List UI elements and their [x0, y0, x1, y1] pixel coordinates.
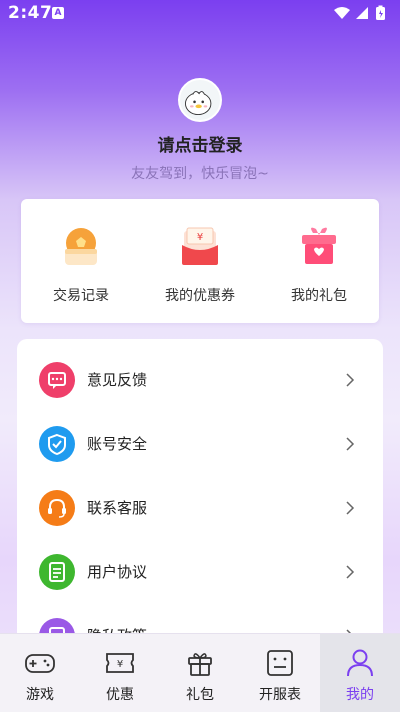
- menu-item-label: 账号安全: [87, 435, 148, 453]
- nav-tab-label: 优惠: [106, 687, 134, 703]
- nav-tab-gifts[interactable]: 礼包: [160, 634, 240, 712]
- menu-item-label: 用户协议: [87, 563, 148, 581]
- quick-action-gifts[interactable]: 我的礼包: [259, 219, 379, 315]
- signal-icon: [356, 7, 368, 19]
- gift-icon: [188, 653, 212, 676]
- menu-item-customer-service[interactable]: 联系客服: [17, 476, 383, 540]
- nav-tab-label: 游戏: [26, 687, 54, 703]
- gamepad-icon: [25, 654, 55, 673]
- settings-menu: 意见反馈 账号安全 联系客服 用户协议 隐私政策: [17, 339, 383, 659]
- login-prompt[interactable]: 请点击登录: [0, 131, 400, 156]
- bottom-nav: 游戏 ¥ 优惠 礼包 开服表 我的: [0, 633, 400, 712]
- menu-item-label: 联系客服: [87, 499, 148, 517]
- status-icons: [334, 5, 385, 20]
- feedback-icon: [39, 362, 75, 398]
- chevron-right-icon: [346, 565, 355, 579]
- menu-item-feedback[interactable]: 意见反馈: [17, 348, 383, 412]
- quick-action-label: 交易记录: [53, 288, 109, 304]
- ticket-icon: ¥: [106, 653, 134, 673]
- nav-tab-server-list[interactable]: 开服表: [240, 634, 320, 712]
- svg-text:¥: ¥: [197, 232, 203, 243]
- menu-item-account-security[interactable]: 账号安全: [17, 412, 383, 476]
- status-time: 2:47: [8, 3, 53, 23]
- shield-icon: [39, 426, 75, 462]
- menu-item-user-agreement[interactable]: 用户协议: [17, 540, 383, 604]
- nav-tab-games[interactable]: 游戏: [0, 634, 80, 712]
- tagline: 友友驾到，快乐冒泡~: [131, 166, 269, 182]
- chevron-right-icon: [346, 373, 355, 387]
- nav-tab-mine[interactable]: 我的: [320, 634, 400, 712]
- nav-tab-label: 我的: [346, 687, 374, 703]
- headset-icon: [39, 490, 75, 526]
- nav-tab-label: 开服表: [259, 687, 301, 703]
- wallet-icon: [65, 228, 97, 265]
- quick-actions-card: 交易记录 ¥ 我的优惠券 我的礼包: [21, 199, 379, 323]
- menu-item-label: 意见反馈: [87, 371, 148, 389]
- nav-tab-label: 礼包: [186, 687, 214, 703]
- user-icon: [347, 649, 373, 677]
- quick-action-transactions[interactable]: 交易记录: [21, 219, 141, 315]
- document-icon: [39, 554, 75, 590]
- wifi-icon: [334, 7, 350, 19]
- mascot-avatar-icon: [185, 91, 212, 115]
- svg-text:¥: ¥: [117, 659, 123, 670]
- quick-action-coupons[interactable]: ¥ 我的优惠券: [140, 219, 260, 315]
- quick-action-label: 我的礼包: [291, 288, 347, 304]
- battery-icon: [376, 5, 385, 20]
- gift-box-icon: [302, 227, 336, 264]
- avatar[interactable]: [178, 78, 222, 122]
- status-bar: 2:47 A: [0, 0, 400, 26]
- nav-tab-deals[interactable]: ¥ 优惠: [80, 634, 160, 712]
- chevron-right-icon: [346, 501, 355, 515]
- notification-badge: A: [52, 7, 64, 19]
- coupon-icon: ¥: [182, 227, 218, 265]
- server-list-icon: [267, 650, 293, 676]
- quick-action-label: 我的优惠券: [165, 288, 235, 304]
- chevron-right-icon: [346, 437, 355, 451]
